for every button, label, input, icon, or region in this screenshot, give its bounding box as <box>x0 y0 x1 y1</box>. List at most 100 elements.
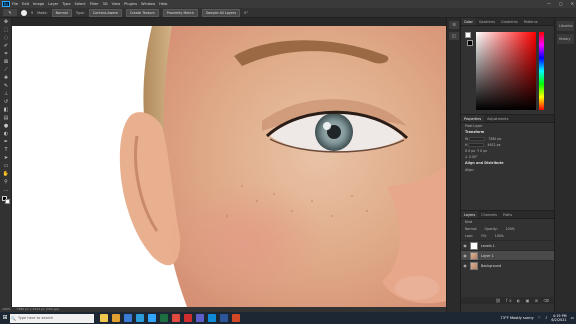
libraries-panel-button[interactable]: Libraries <box>557 21 574 31</box>
create-texture-button[interactable]: Create Texture <box>125 8 159 17</box>
history-panel-icon[interactable]: ☰ <box>449 21 459 29</box>
layer-name[interactable]: Layer 1 <box>481 254 494 258</box>
menu-item-filter[interactable]: Filter <box>90 0 99 8</box>
align-header[interactable]: Align and Distribute <box>461 160 554 167</box>
hue-slider[interactable] <box>539 32 544 110</box>
tab-channels[interactable]: Channels <box>478 211 500 218</box>
more-tools-icon[interactable]: … <box>0 186 12 194</box>
brush-tool-icon[interactable]: ✎ <box>0 82 12 90</box>
taskbar-app-icon[interactable] <box>232 314 240 322</box>
marquee-tool-icon[interactable]: ⬚ <box>0 26 12 34</box>
menu-item-view[interactable]: View <box>112 0 121 8</box>
clone-stamp-tool-icon[interactable]: ⊥ <box>0 90 12 98</box>
layer-name[interactable]: Levels 1 <box>481 244 495 248</box>
tab-adjustments[interactable]: Adjustments <box>484 115 511 122</box>
angle-value-field[interactable]: 0.00° <box>469 155 478 159</box>
shape-tool-icon[interactable]: ▭ <box>0 162 12 170</box>
menu-item-help[interactable]: Help <box>159 0 167 8</box>
visibility-eye-icon[interactable]: ◉ <box>461 253 469 258</box>
hand-tool-icon[interactable]: ✋ <box>0 170 12 178</box>
taskbar-app-icon[interactable] <box>208 314 216 322</box>
tab-gradients[interactable]: Gradients <box>498 18 521 25</box>
network-icon[interactable]: ⌔ <box>538 316 541 321</box>
taskbar-search-box[interactable]: Type here to search <box>10 313 94 323</box>
brush-preset-picker[interactable] <box>21 9 27 16</box>
blur-tool-icon[interactable]: ● <box>0 122 12 130</box>
tab-color[interactable]: Color <box>461 18 476 25</box>
width-field[interactable] <box>469 137 486 141</box>
maximize-button[interactable]: ▢ <box>559 0 563 8</box>
background-color[interactable] <box>467 40 473 46</box>
spot-healing-brush-icon[interactable]: ✎ <box>3 9 17 16</box>
menu-item-3d[interactable]: 3D <box>103 0 108 8</box>
menu-item-select[interactable]: Select <box>75 0 86 8</box>
document-canvas[interactable] <box>12 26 446 307</box>
visibility-eye-icon[interactable]: ◉ <box>461 243 469 248</box>
photoshop-logo-icon[interactable]: Ps <box>2 1 10 7</box>
taskbar-app-icon[interactable] <box>148 314 156 322</box>
tab-properties[interactable]: Properties <box>461 115 485 122</box>
taskbar-app-icon[interactable] <box>112 314 120 322</box>
notifications-icon[interactable]: ▭ <box>571 316 574 320</box>
visibility-eye-icon[interactable]: ◉ <box>461 263 469 268</box>
taskbar-app-icon[interactable] <box>184 314 192 322</box>
layer-row-selected[interactable]: ◉ Layer 1 <box>461 250 554 260</box>
foreground-color[interactable] <box>465 32 471 38</box>
layers-footer-buttons[interactable]: ⛓ fx ◐ ▣ ⊞ ⌫ <box>461 297 555 304</box>
taskbar-app-icon[interactable] <box>136 314 144 322</box>
tab-paths[interactable]: Paths <box>500 211 515 218</box>
eyedropper-tool-icon[interactable]: ⟋ <box>0 66 12 74</box>
dodge-tool-icon[interactable]: ◐ <box>0 130 12 138</box>
tab-patterns[interactable]: Patterns <box>521 18 541 25</box>
menu-item-edit[interactable]: Edit <box>22 0 29 8</box>
move-tool-icon[interactable]: ✥ <box>0 18 12 26</box>
history-panel-button[interactable]: History <box>557 34 574 44</box>
background-color-swatch[interactable] <box>5 199 10 204</box>
path-select-tool-icon[interactable]: ➤ <box>0 154 12 162</box>
zoom-tool-icon[interactable]: ⚲ <box>0 178 12 186</box>
minimize-button[interactable]: — <box>547 0 551 8</box>
y-value[interactable]: 0 px <box>480 149 487 153</box>
tab-layers[interactable]: Layers <box>461 211 479 218</box>
angle-value[interactable]: 0° <box>244 11 248 15</box>
menu-item-plugins[interactable]: Plugins <box>124 0 137 8</box>
taskbar-app-icon[interactable] <box>220 314 228 322</box>
transform-header[interactable]: Transform <box>461 129 554 136</box>
frame-tool-icon[interactable]: ⊠ <box>0 58 12 66</box>
taskbar-app-icon[interactable] <box>196 314 204 322</box>
color-picker-field[interactable] <box>476 32 536 110</box>
layer-row[interactable]: ◉ Levels 1 <box>461 240 554 250</box>
close-button[interactable]: ✕ <box>571 0 574 8</box>
eraser-tool-icon[interactable]: ◧ <box>0 106 12 114</box>
crop-tool-icon[interactable]: ⌗ <box>0 50 12 58</box>
weather-widget[interactable]: 73°F Mostly sunny <box>500 316 533 320</box>
menu-item-file[interactable]: File <box>12 0 18 8</box>
history-brush-tool-icon[interactable]: ↺ <box>0 98 12 106</box>
fill-value[interactable]: 100% <box>495 233 504 240</box>
opacity-value[interactable]: 100% <box>506 226 515 233</box>
volume-icon[interactable]: ♪ <box>545 316 547 320</box>
taskbar-app-icon[interactable] <box>100 314 108 322</box>
content-aware-button[interactable]: Content-Aware <box>88 8 122 17</box>
blend-mode-select[interactable]: Normal <box>465 226 477 233</box>
x-value[interactable]: 0 px <box>468 149 475 153</box>
libraries-panel-icon[interactable]: ◫ <box>449 32 459 40</box>
windows-start-icon[interactable]: ⊞ <box>0 312 10 324</box>
taskbar-app-icon[interactable] <box>172 314 180 322</box>
gradient-tool-icon[interactable]: ▤ <box>0 114 12 122</box>
kind-filter[interactable]: Kind <box>465 219 472 226</box>
menu-item-window[interactable]: Window <box>141 0 155 8</box>
healing-brush-tool-icon[interactable]: ✚ <box>0 74 12 82</box>
menu-item-image[interactable]: Image <box>33 0 44 8</box>
type-tool-icon[interactable]: T <box>0 146 12 154</box>
tab-swatches[interactable]: Swatches <box>476 18 498 25</box>
clock[interactable]: 4:19 PM 6/2/2021 <box>551 314 566 323</box>
menu-item-type[interactable]: Type <box>62 0 70 8</box>
proximity-match-button[interactable]: Proximity Match <box>162 8 198 17</box>
mode-select[interactable]: Normal <box>51 8 72 17</box>
taskbar-app-icon[interactable] <box>124 314 132 322</box>
height-field[interactable] <box>468 143 485 147</box>
layer-row[interactable]: ◉ Background <box>461 260 554 270</box>
taskbar-app-icon[interactable] <box>160 314 168 322</box>
pen-tool-icon[interactable]: ✒ <box>0 138 12 146</box>
